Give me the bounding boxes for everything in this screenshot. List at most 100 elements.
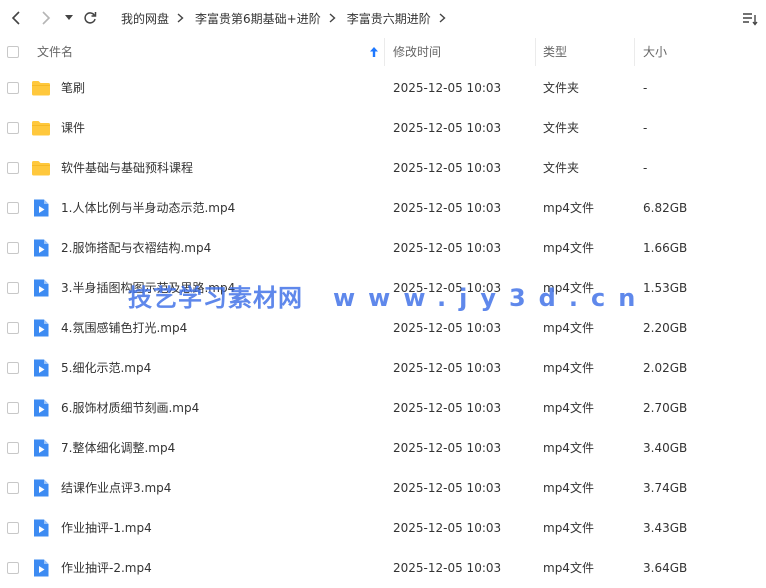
row-checkbox[interactable] xyxy=(7,482,19,494)
video-file-icon xyxy=(31,558,51,578)
row-checkbox[interactable] xyxy=(7,82,19,94)
video-file-icon xyxy=(31,438,51,458)
file-name[interactable]: 6.服饰材质细节刻画.mp4 xyxy=(61,388,199,428)
file-name[interactable]: 结课作业点评3.mp4 xyxy=(61,468,171,508)
file-type: mp4文件 xyxy=(543,241,594,255)
file-name[interactable]: 作业抽评-1.mp4 xyxy=(61,508,152,548)
column-divider xyxy=(634,38,635,66)
row-checkbox[interactable] xyxy=(7,162,19,174)
file-modified-time: 2025-12-05 10:03 xyxy=(393,561,502,575)
file-name[interactable]: 笔刷 xyxy=(61,68,85,108)
row-checkbox[interactable] xyxy=(7,402,19,414)
file-modified-time: 2025-12-05 10:03 xyxy=(393,121,502,135)
file-size: 3.74GB xyxy=(643,481,688,495)
breadcrumb-item[interactable]: 李富贵第6期基础+进阶 xyxy=(187,10,329,27)
file-modified-time: 2025-12-05 10:03 xyxy=(393,401,502,415)
file-name[interactable]: 4.氛围感铺色打光.mp4 xyxy=(61,308,187,348)
history-dropdown-button[interactable] xyxy=(62,0,76,36)
file-name[interactable]: 2.服饰搭配与衣褶结构.mp4 xyxy=(61,228,211,268)
file-type: mp4文件 xyxy=(543,441,594,455)
row-checkbox[interactable] xyxy=(7,122,19,134)
row-checkbox[interactable] xyxy=(7,522,19,534)
file-name[interactable]: 7.整体细化调整.mp4 xyxy=(61,428,175,468)
refresh-button[interactable] xyxy=(81,0,99,36)
row-checkbox[interactable] xyxy=(7,282,19,294)
file-row[interactable]: 作业抽评-1.mp4 2025-12-05 10:03 mp4文件 3.43GB xyxy=(0,508,766,548)
video-file-icon xyxy=(31,398,51,418)
file-row[interactable]: 结课作业点评3.mp4 2025-12-05 10:03 mp4文件 3.74GB xyxy=(0,468,766,508)
file-type: 文件夹 xyxy=(543,161,580,175)
file-modified-time: 2025-12-05 10:03 xyxy=(393,521,502,535)
file-row[interactable]: 作业抽评-2.mp4 2025-12-05 10:03 mp4文件 3.64GB xyxy=(0,548,766,588)
caret-down-icon xyxy=(65,15,73,20)
column-header-name[interactable]: 文件名 xyxy=(37,36,378,68)
file-row[interactable]: 6.服饰材质细节刻画.mp4 2025-12-05 10:03 mp4文件 2.70G… xyxy=(0,388,766,428)
file-size: 3.40GB xyxy=(643,441,688,455)
file-row[interactable]: 笔刷 2025-12-05 10:03 文件夹 - xyxy=(0,68,766,108)
file-size: 1.66GB xyxy=(643,241,688,255)
column-divider xyxy=(384,38,385,66)
file-name[interactable]: 1.人体比例与半身动态示范.mp4 xyxy=(61,188,235,228)
file-size: - xyxy=(643,81,648,95)
file-size: 1.53GB xyxy=(643,281,688,295)
file-row[interactable]: 5.细化示范.mp4 2025-12-05 10:03 mp4文件 2.02GB xyxy=(0,348,766,388)
file-row[interactable]: 3.半身插图构图示范及思路.mp4 2025-12-05 10:03 mp4文件 1.… xyxy=(0,268,766,308)
row-checkbox[interactable] xyxy=(7,362,19,374)
file-name[interactable]: 3.半身插图构图示范及思路.mp4 xyxy=(61,268,235,308)
select-all-checkbox[interactable] xyxy=(7,46,19,58)
row-checkbox[interactable] xyxy=(7,202,19,214)
forward-button[interactable] xyxy=(36,0,56,36)
file-row[interactable]: 1.人体比例与半身动态示范.mp4 2025-12-05 10:03 mp4文件 6.… xyxy=(0,188,766,228)
file-type: mp4文件 xyxy=(543,361,594,375)
file-modified-time: 2025-12-05 10:03 xyxy=(393,281,502,295)
file-type: mp4文件 xyxy=(543,321,594,335)
file-name[interactable]: 5.细化示范.mp4 xyxy=(61,348,151,388)
refresh-icon xyxy=(84,12,97,24)
chevron-right-icon xyxy=(329,13,339,23)
row-checkbox[interactable] xyxy=(7,242,19,254)
file-modified-time: 2025-12-05 10:03 xyxy=(393,481,502,495)
toolbar: 我的网盘 李富贵第6期基础+进阶 李富贵六期进阶 xyxy=(0,0,766,36)
column-type-label: 类型 xyxy=(543,45,568,59)
file-modified-time: 2025-12-05 10:03 xyxy=(393,161,502,175)
row-checkbox[interactable] xyxy=(7,562,19,574)
breadcrumb-item[interactable]: 李富贵六期进阶 xyxy=(339,10,439,27)
breadcrumb-item[interactable]: 我的网盘 xyxy=(113,10,177,27)
column-header-type[interactable]: 类型 xyxy=(543,36,633,68)
chevron-right-icon xyxy=(177,13,187,23)
file-size: 6.82GB xyxy=(643,201,688,215)
column-header-size[interactable]: 大小 xyxy=(643,36,743,68)
file-type: mp4文件 xyxy=(543,561,594,575)
file-row[interactable]: 7.整体细化调整.mp4 2025-12-05 10:03 mp4文件 3.40GB xyxy=(0,428,766,468)
back-button[interactable] xyxy=(6,0,26,36)
video-file-icon xyxy=(31,278,51,298)
column-name-label: 文件名 xyxy=(37,45,74,59)
file-name[interactable]: 软件基础与基础预科课程 xyxy=(61,148,193,188)
file-type: mp4文件 xyxy=(543,481,594,495)
file-type: 文件夹 xyxy=(543,81,580,95)
file-size: 3.43GB xyxy=(643,521,688,535)
row-checkbox[interactable] xyxy=(7,442,19,454)
file-name[interactable]: 作业抽评-2.mp4 xyxy=(61,548,152,588)
file-name[interactable]: 课件 xyxy=(61,108,85,148)
file-size: - xyxy=(643,161,648,175)
file-modified-time: 2025-12-05 10:03 xyxy=(393,441,502,455)
breadcrumb: 我的网盘 李富贵第6期基础+进阶 李富贵六期进阶 xyxy=(113,0,449,36)
file-row[interactable]: 4.氛围感铺色打光.mp4 2025-12-05 10:03 mp4文件 2.20GB xyxy=(0,308,766,348)
file-modified-time: 2025-12-05 10:03 xyxy=(393,81,502,95)
folder-icon xyxy=(31,78,51,98)
file-row[interactable]: 2.服饰搭配与衣褶结构.mp4 2025-12-05 10:03 mp4文件 1.66… xyxy=(0,228,766,268)
column-header-modified[interactable]: 修改时间 xyxy=(393,36,533,68)
row-checkbox[interactable] xyxy=(7,322,19,334)
folder-icon xyxy=(31,158,51,178)
file-list-header: 文件名 修改时间 类型 大小 xyxy=(0,36,766,68)
file-row[interactable]: 课件 2025-12-05 10:03 文件夹 - xyxy=(0,108,766,148)
sort-menu-button[interactable] xyxy=(742,11,758,26)
column-size-label: 大小 xyxy=(643,45,668,59)
video-file-icon xyxy=(31,478,51,498)
file-modified-time: 2025-12-05 10:03 xyxy=(393,361,502,375)
sort-list-icon xyxy=(743,13,758,26)
file-row[interactable]: 软件基础与基础预科课程 2025-12-05 10:03 文件夹 - xyxy=(0,148,766,188)
arrow-up-icon xyxy=(370,47,378,57)
chevron-right-icon xyxy=(439,13,449,23)
